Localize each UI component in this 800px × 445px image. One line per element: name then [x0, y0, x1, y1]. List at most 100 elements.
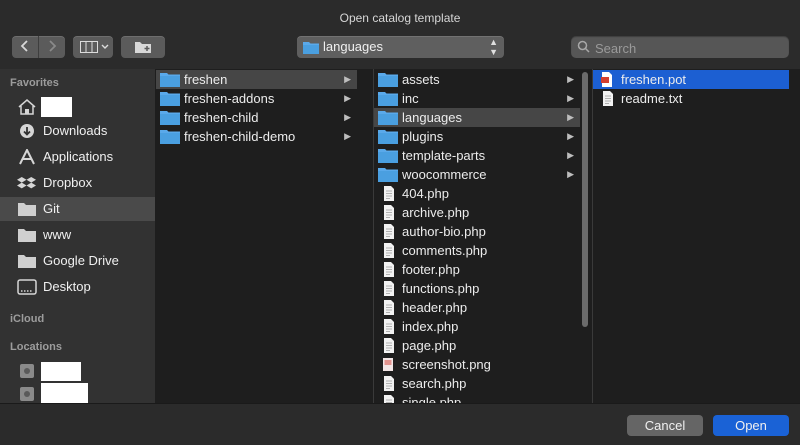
item-name: index.php	[402, 319, 459, 334]
sidebar-item-location-1[interactable]	[0, 359, 155, 383]
disclosure-arrow-icon: ▶	[567, 169, 574, 179]
redacted-username	[41, 97, 72, 117]
folder-row[interactable]: freshen ▶	[156, 70, 357, 89]
downloads-icon	[20, 124, 34, 138]
sidebar-item-desktop[interactable]: Desktop	[0, 275, 155, 299]
item-name: comments.php	[402, 243, 488, 258]
item-name: archive.php	[402, 205, 470, 220]
folder-row[interactable]: languages ▶	[374, 108, 580, 127]
item-name: inc	[402, 91, 419, 106]
back-button[interactable]	[12, 36, 38, 58]
folder-row[interactable]: freshen-addons ▶	[156, 89, 357, 108]
new-folder-button[interactable]	[121, 36, 165, 58]
open-dialog: Open catalog template languages ▲ ▼ Sear…	[0, 0, 800, 445]
cancel-button[interactable]: Cancel	[627, 415, 703, 436]
file-row[interactable]: footer.php	[374, 260, 580, 279]
document-icon	[384, 338, 394, 353]
back-forward-control	[12, 36, 65, 58]
file-row[interactable]: readme.txt	[593, 89, 789, 108]
columns-view-icon	[80, 41, 98, 53]
folder-row[interactable]: inc ▶	[374, 89, 580, 108]
folder-icon	[378, 73, 398, 87]
browser-column-3: freshen.pot readme.txt	[593, 69, 800, 403]
sidebar-item-www[interactable]: www	[0, 223, 155, 247]
home-icon	[18, 99, 36, 115]
window-title: Open catalog template	[339, 11, 461, 25]
file-row[interactable]: page.php	[374, 336, 580, 355]
sidebar-item-home[interactable]	[0, 95, 155, 119]
new-folder-icon	[135, 42, 151, 53]
folder-row[interactable]: woocommerce ▶	[374, 165, 580, 184]
search-icon	[577, 40, 590, 53]
redacted-location-name	[41, 383, 88, 403]
item-name: assets	[402, 72, 440, 87]
item-name: search.php	[402, 376, 467, 391]
dropbox-icon	[17, 176, 36, 189]
file-row[interactable]: comments.php	[374, 241, 580, 260]
sidebar-item-google-drive[interactable]: Google Drive	[0, 249, 155, 273]
sidebar-item-applications[interactable]: Applications	[0, 145, 155, 169]
item-name: woocommerce	[402, 167, 487, 182]
item-name: plugins	[402, 129, 444, 144]
disk-icon	[20, 364, 34, 378]
item-name: template-parts	[402, 148, 486, 163]
folder-row[interactable]: assets ▶	[374, 70, 580, 89]
sidebar-item-dropbox[interactable]: Dropbox	[0, 171, 155, 195]
sidebar-item-git[interactable]: Git	[0, 197, 155, 221]
sidebar-item-label: Applications	[43, 149, 114, 164]
item-name: readme.txt	[621, 91, 683, 106]
sidebar-item-label: Google Drive	[43, 253, 119, 268]
sidebar-item-label: www	[43, 227, 72, 242]
file-row[interactable]: search.php	[374, 374, 580, 393]
folder-icon	[160, 130, 180, 144]
chevron-left-icon	[20, 40, 28, 52]
file-row[interactable]: screenshot.png	[374, 355, 580, 374]
document-icon	[384, 243, 394, 258]
sidebar-item-location-2[interactable]	[0, 382, 155, 403]
document-icon	[384, 205, 394, 220]
view-mode-button[interactable]	[73, 36, 113, 58]
browser-column-1: freshen ▶ freshen-addons ▶ freshen-child ▶ fre…	[156, 69, 357, 403]
item-name: screenshot.png	[402, 357, 491, 372]
folder-row[interactable]: plugins ▶	[374, 127, 580, 146]
item-name: single.php	[402, 395, 462, 403]
file-row[interactable]: header.php	[374, 298, 580, 317]
chevron-down-icon	[101, 44, 109, 49]
file-row[interactable]: single.php	[374, 393, 580, 403]
folder-icon	[160, 92, 180, 106]
file-row[interactable]: archive.php	[374, 203, 580, 222]
document-icon	[384, 376, 394, 391]
file-row[interactable]: author-bio.php	[374, 222, 580, 241]
folder-icon	[18, 203, 36, 216]
sidebar-item-label: Desktop	[43, 279, 91, 294]
folder-icon	[378, 111, 398, 125]
file-row[interactable]: functions.php	[374, 279, 580, 298]
folder-row[interactable]: freshen-child-demo ▶	[156, 127, 357, 146]
document-icon	[384, 224, 394, 239]
item-name: freshen	[184, 72, 228, 87]
file-row[interactable]: 404.php	[374, 184, 580, 203]
chevron-right-icon	[49, 40, 57, 52]
folder-row[interactable]: template-parts ▶	[374, 146, 580, 165]
item-name: 404.php	[402, 186, 449, 201]
browser-column-2: assets ▶ inc ▶ languages ▶ plugins ▶ template-pa…	[374, 69, 592, 403]
disclosure-arrow-icon: ▶	[567, 74, 574, 84]
file-row[interactable]: freshen.pot	[593, 70, 789, 89]
forward-button[interactable]	[38, 36, 65, 58]
path-popup[interactable]: languages ▲ ▼	[297, 36, 504, 58]
search-input[interactable]	[593, 36, 787, 60]
file-row[interactable]: index.php	[374, 317, 580, 336]
document-icon	[603, 91, 613, 106]
folder-icon	[160, 73, 180, 87]
folder-row[interactable]: freshen-child ▶	[156, 108, 357, 127]
item-name: freshen-child-demo	[184, 129, 296, 144]
column-gap	[357, 69, 373, 403]
item-name: header.php	[402, 300, 468, 315]
folder-icon	[378, 168, 398, 182]
document-icon	[384, 262, 394, 277]
column-2-scrollbar[interactable]	[582, 72, 588, 327]
open-button[interactable]: Open	[713, 415, 789, 436]
document-icon	[384, 395, 394, 403]
sidebar-item-downloads[interactable]: Downloads	[0, 119, 155, 143]
search-field[interactable]	[571, 36, 789, 60]
